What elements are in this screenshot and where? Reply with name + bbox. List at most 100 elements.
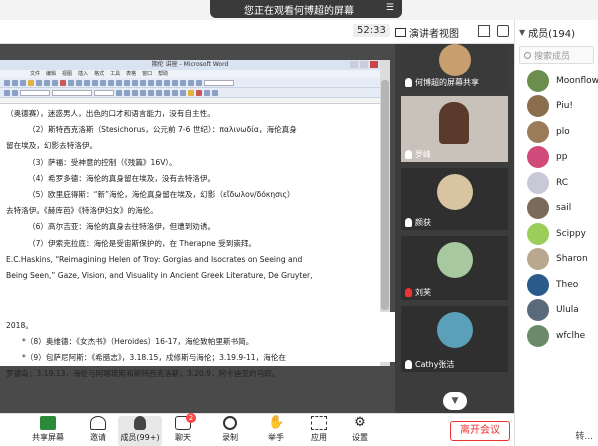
hand-icon: ✋ <box>268 415 285 430</box>
avatar <box>527 69 549 92</box>
avatar <box>527 146 549 169</box>
avatar <box>527 273 549 296</box>
document-line: 2018。 <box>6 321 33 330</box>
member-row[interactable]: pp <box>515 145 598 171</box>
tile-name: Cathy张洁 <box>415 360 455 369</box>
scroll-down-icon[interactable]: ▼ <box>443 392 467 410</box>
document-line: 留在埃及，幻影去特洛伊。 <box>6 141 98 151</box>
word-menu-item[interactable]: 编辑 <box>46 70 56 78</box>
member-name: sail <box>556 203 572 214</box>
member-row[interactable]: Theo <box>515 272 598 298</box>
meeting-toolbar: 共享屏幕 邀请 成员(99+) 2 聊天 录制 ✋ 举手 应用 ⚙ 设置 离开会… <box>0 413 514 446</box>
avatar <box>527 222 549 245</box>
video-tile-3[interactable]: 颜获 <box>401 168 508 230</box>
member-search-input[interactable]: 搜索成员 <box>519 46 594 64</box>
share-screen-button[interactable]: 共享屏幕 <box>28 416 68 443</box>
document-line: *（9）包萨尼阿斯：《希腊志》，3.18.15，戍修斯与海伦；3.19.9-11… <box>22 353 287 362</box>
speaker-view-button[interactable]: 演讲者视图 <box>395 23 459 41</box>
apps-icon <box>311 416 327 430</box>
tile-name: 罗峰 <box>415 150 431 159</box>
document-page-lower: 2018。 *（8）奥维德：《女杰书》（Heroides）16-17，海伦致帕里斯… <box>0 312 395 378</box>
avatar <box>437 312 473 348</box>
invite-button[interactable]: 邀请 <box>78 416 118 443</box>
member-row[interactable]: RC <box>515 170 598 196</box>
member-row[interactable]: plo <box>515 119 598 145</box>
meeting-timer: 52:33 <box>353 24 390 37</box>
word-menu-item[interactable]: 插入 <box>78 70 88 78</box>
member-name: plo <box>556 126 570 137</box>
word-menu-item[interactable]: 窗口 <box>142 70 152 78</box>
word-menu-item[interactable]: 表格 <box>126 70 136 78</box>
document-line: （5）欧里庇得斯：“新”海伦，海伦真身留在埃及，幻影（εἴδωλον/δόκησ… <box>28 190 295 200</box>
person-icon <box>134 416 146 430</box>
settings-label: 设置 <box>352 433 368 442</box>
search-placeholder: 搜索成员 <box>534 51 571 62</box>
member-row[interactable]: Piu! <box>515 94 598 120</box>
word-toolbar-1 <box>0 78 380 88</box>
mic-icon <box>405 78 412 87</box>
top-bar: 52:33 演讲者视图 <box>0 20 514 44</box>
member-row[interactable]: Sharon <box>515 247 598 273</box>
document-line: （4）希罗多德：海伦的真身留在埃及，没有去特洛伊。 <box>28 173 216 183</box>
tile-label: 何博超的屏幕共享 <box>405 77 479 88</box>
word-menu-item[interactable]: 视图 <box>62 70 72 78</box>
word-menu-item[interactable]: 格式 <box>94 70 104 78</box>
settings-button[interactable]: ⚙ 设置 <box>340 416 380 443</box>
window-icon[interactable] <box>497 25 509 37</box>
chat-badge: 2 <box>186 413 196 423</box>
member-name: Ulula <box>556 305 579 316</box>
fullscreen-icon[interactable] <box>478 25 490 37</box>
mic-icon <box>405 218 412 227</box>
record-button[interactable]: 录制 <box>210 416 250 443</box>
members-button[interactable]: 成员(99+) <box>118 416 162 446</box>
member-name: RC <box>556 177 569 188</box>
video-column: 何博超的屏幕共享 罗峰 颜获 刘芙 Cathy张洁 ▼ <box>395 44 514 413</box>
viewing-pill[interactable]: 您正在观看何博超的屏幕 ☰ <box>210 0 402 18</box>
word-titlebar: 期伦 讲座 - Microsoft Word <box>0 60 380 70</box>
members-footer[interactable]: 转... <box>515 429 598 442</box>
mic-icon <box>405 150 412 159</box>
tile-name: 颜获 <box>415 218 431 227</box>
document-line: *（8）奥维德：《女杰书》（Heroides）16-17，海伦致帕里斯书简。 <box>22 337 254 346</box>
share-screen-icon <box>40 416 56 430</box>
avatar <box>527 248 549 271</box>
tile-name: 何博超的屏幕共享 <box>415 78 479 87</box>
invite-label: 邀请 <box>90 433 106 442</box>
video-tile-4[interactable]: 刘芙 <box>401 236 508 300</box>
word-menu-item[interactable]: 帮助 <box>158 70 168 78</box>
member-row[interactable]: wfclhe <box>515 323 598 349</box>
tile-label: 刘芙 <box>405 287 431 298</box>
video-tile-speaker[interactable]: 罗峰 <box>401 96 508 162</box>
word-menu-item[interactable]: 文件 <box>30 70 40 78</box>
more-icon[interactable]: ☰ <box>386 3 394 13</box>
document-line: 罗德岛；3.19.13，海伦与阿喀琉斯和斯特西克洛斯；3.20.9，阿卡迪亚的马… <box>6 369 280 378</box>
scroll-thumb[interactable] <box>381 80 389 310</box>
share-label: 共享屏幕 <box>32 433 64 442</box>
raise-hand-button[interactable]: ✋ 举手 <box>256 416 296 443</box>
mic-icon <box>405 360 412 369</box>
member-row[interactable]: Scippy <box>515 221 598 247</box>
word-window-controls <box>350 61 378 68</box>
members-panel: ▼ 成员(194) 搜索成员 Moonflower Piu! plo pp RC sail… <box>514 20 598 446</box>
tile-label: Cathy张洁 <box>405 359 454 370</box>
document-line: （6）高尔吉亚：海伦的真身去往特洛伊，但遭到劝诱。 <box>28 222 216 232</box>
members-label: 成员(99+) <box>120 433 160 442</box>
raise-label: 举手 <box>268 433 284 442</box>
avatar <box>439 44 471 76</box>
members-header[interactable]: ▼ 成员(194) <box>515 20 598 44</box>
word-menu-item[interactable]: 工具 <box>110 70 120 78</box>
viewing-text: 您正在观看何博超的屏幕 <box>244 5 354 17</box>
member-row[interactable]: Moonflower <box>515 68 598 94</box>
word-title: 期伦 讲座 - Microsoft Word <box>151 61 229 68</box>
search-icon <box>524 51 531 59</box>
document-line: （2）斯特西克洛斯（Stesichorus，公元前 7-6 世纪）：παλινω… <box>28 125 297 135</box>
video-tile-5[interactable]: Cathy张洁 <box>401 306 508 372</box>
collapse-icon[interactable]: ▼ <box>519 28 525 37</box>
member-row[interactable]: sail <box>515 196 598 222</box>
apps-label: 应用 <box>311 433 327 442</box>
apps-button[interactable]: 应用 <box>299 416 339 443</box>
leave-meeting-button[interactable]: 离开会议 <box>450 421 510 441</box>
video-tile-screen-share[interactable]: 何博超的屏幕共享 <box>401 44 508 90</box>
chat-button[interactable]: 2 聊天 <box>163 413 203 443</box>
member-row[interactable]: Ulula <box>515 298 598 324</box>
